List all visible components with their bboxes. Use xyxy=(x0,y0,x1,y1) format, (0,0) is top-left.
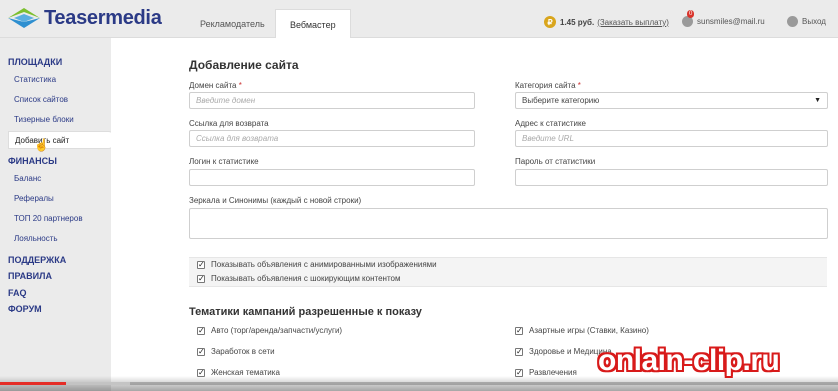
stats-login-input[interactable] xyxy=(189,169,475,186)
sidebar-item-add-site[interactable]: Добавить сайт xyxy=(8,131,117,149)
hand-cursor-icon: ☝ xyxy=(34,138,49,152)
sidebar-section-forum[interactable]: ФОРУМ xyxy=(8,304,42,314)
sidebar-item-top-partners[interactable]: ТОП 20 партнеров xyxy=(14,214,83,223)
return-link-label: Ссылка для возврата xyxy=(189,119,269,128)
required-mark: * xyxy=(577,81,581,90)
checkbox-checked-icon[interactable]: ✓ xyxy=(197,326,205,335)
sidebar-item-loyalty[interactable]: Лояльность xyxy=(14,234,58,243)
stats-password-label: Пароль от статистики xyxy=(515,157,596,166)
stats-url-label: Адрес к статистике xyxy=(515,119,586,128)
theme-auto[interactable]: ✓ Авто (торг/аренда/запчасти/услуги) xyxy=(197,326,342,335)
checkbox-checked-icon[interactable]: ✓ xyxy=(197,260,205,269)
theme-auto-label: Авто (торг/аренда/запчасти/услуги) xyxy=(211,326,343,335)
page-title: Добавление сайта xyxy=(189,58,299,72)
required-mark: * xyxy=(238,81,242,90)
user-email: sunsmiles@mail.ru xyxy=(697,17,765,26)
coin-icon: ₽ xyxy=(544,16,556,28)
stats-password-input[interactable] xyxy=(515,169,828,186)
request-payout-link[interactable]: (Заказать выплату) xyxy=(597,18,669,27)
user-icon: 0 xyxy=(682,10,695,27)
category-select[interactable]: Выберите категорию ▼ xyxy=(515,92,828,109)
domain-label: Домен сайта * xyxy=(189,81,242,90)
sidebar-item-teaser-blocks[interactable]: Тизерные блоки xyxy=(14,115,74,124)
checkbox-checked-icon[interactable]: ✓ xyxy=(197,347,205,356)
option-shocking[interactable]: ✓ Показывать объявления с шокирующим кон… xyxy=(197,274,400,283)
checkbox-checked-icon[interactable]: ✓ xyxy=(515,326,523,335)
return-link-input[interactable]: Ссылка для возврата xyxy=(189,130,475,147)
top-bar: Teasermedia Рекламодатель Вебмастер ₽ 1.… xyxy=(0,0,838,39)
option-shocking-label: Показывать объявления с шокирующим конте… xyxy=(211,274,401,283)
logout-label: Выход xyxy=(802,17,826,26)
checkbox-checked-icon[interactable]: ✓ xyxy=(197,274,205,283)
notification-badge: 0 xyxy=(687,10,695,18)
sidebar-section-support[interactable]: ПОДДЕРЖКА xyxy=(8,255,66,265)
checkbox-checked-icon[interactable]: ✓ xyxy=(515,347,523,356)
option-animated-label: Показывать объявления с анимированными и… xyxy=(211,260,437,269)
tab-advertiser[interactable]: Рекламодатель xyxy=(186,10,279,38)
video-progress-fill xyxy=(0,382,67,385)
sidebar-item-referrals[interactable]: Рефералы xyxy=(14,194,54,203)
theme-earnings-label: Заработок в сети xyxy=(211,347,275,356)
option-animated[interactable]: ✓ Показывать объявления с анимированными… xyxy=(197,260,437,269)
sidebar-section-faq[interactable]: FAQ xyxy=(8,288,27,298)
mirrors-textarea[interactable] xyxy=(189,208,828,239)
theme-earnings[interactable]: ✓ Заработок в сети xyxy=(197,347,275,356)
sidebar-section-finance[interactable]: ФИНАНСЫ xyxy=(8,156,57,166)
category-label-text: Категория сайта xyxy=(515,81,576,90)
sidebar-section-sites[interactable]: ПЛОЩАДКИ xyxy=(8,57,62,67)
video-progress-bar[interactable] xyxy=(0,382,838,385)
logo-mark-icon xyxy=(8,8,40,28)
logo-text: Teasermedia xyxy=(44,6,162,29)
domain-input[interactable]: Введите домен xyxy=(189,92,475,109)
user-menu[interactable]: 0 sunsmiles@mail.ru xyxy=(682,10,765,27)
logo[interactable]: Teasermedia xyxy=(6,4,162,32)
balance-amount: 1.45 руб. xyxy=(560,17,595,27)
sidebar-item-site-list[interactable]: Список сайтов xyxy=(14,95,68,104)
theme-gambling[interactable]: ✓ Азартные игры (Ставки, Казино) xyxy=(515,326,649,335)
themes-title: Тематики кампаний разрешенные к показу xyxy=(189,306,422,318)
power-icon xyxy=(787,16,798,27)
sidebar-item-balance[interactable]: Баланс xyxy=(14,174,41,183)
balance: ₽ 1.45 руб. (Заказать выплату) xyxy=(544,16,669,28)
tab-webmaster[interactable]: Вебмастер xyxy=(275,9,351,39)
sidebar-item-statistics[interactable]: Статистика xyxy=(14,75,56,84)
sidebar-section-rules[interactable]: ПРАВИЛА xyxy=(8,271,52,281)
theme-gambling-label: Азартные игры (Ставки, Казино) xyxy=(529,326,649,335)
stats-url-input[interactable]: Введите URL xyxy=(515,130,828,147)
category-label: Категория сайта * xyxy=(515,81,581,90)
mirrors-label: Зеркала и Синонимы (каждый с новой строк… xyxy=(189,196,362,205)
watermark: onlain-clip.ru xyxy=(598,344,780,377)
main-panel: Добавление сайта Домен сайта * Введите д… xyxy=(111,38,838,391)
stats-login-label: Логин к статистике xyxy=(189,157,259,166)
domain-label-text: Домен сайта xyxy=(189,81,237,90)
category-select-value: Выберите категорию xyxy=(522,96,600,105)
caret-down-icon: ▼ xyxy=(814,97,821,104)
logout-button[interactable]: Выход xyxy=(787,16,826,27)
